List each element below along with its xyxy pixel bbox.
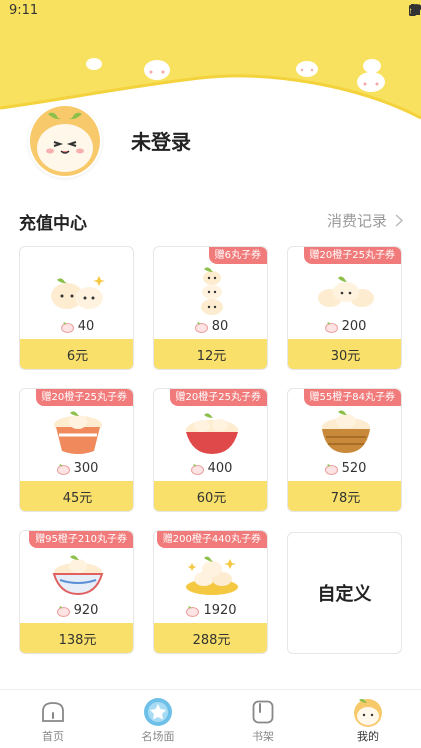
mochi-avatar-icon xyxy=(30,106,100,176)
recharge-package[interactable]: 40 6元 xyxy=(19,246,134,370)
consumption-records-label: 消费记录 xyxy=(326,212,387,230)
mochi-bowl-icon xyxy=(154,403,267,461)
mochi-pile-icon xyxy=(20,261,133,319)
mochi-treasure-icon xyxy=(154,545,267,603)
mochi-coin-icon xyxy=(324,321,338,333)
status-time: 9:11 xyxy=(9,3,39,18)
home-icon xyxy=(42,702,64,722)
recharge-package[interactable]: 赠6丸子券 80 12元 xyxy=(153,246,268,370)
custom-amount-button[interactable]: 自定义 xyxy=(287,532,402,654)
coin-amount: 40 xyxy=(77,319,95,334)
coin-amount: 520 xyxy=(341,461,367,476)
recharge-package[interactable]: 赠95橙子210丸子券 920 138元 xyxy=(19,530,134,654)
mochi-basket-icon xyxy=(288,403,401,461)
bottom-nav: 首页 名场面 书架 我的 xyxy=(0,689,421,748)
recharge-package[interactable]: 赠200橙子440丸子券 1920 288元 xyxy=(153,530,268,654)
consumption-records-link[interactable]: 消费记录 xyxy=(327,210,403,231)
mochi-coin-icon xyxy=(194,321,208,333)
mochi-coin-icon xyxy=(186,605,200,617)
chevron-right-icon xyxy=(395,214,403,227)
nav-bookshelf-label: 书架 xyxy=(252,730,274,743)
coin-amount: 1920 xyxy=(203,603,237,618)
mochi-bucket-icon xyxy=(20,403,133,461)
price-label: 288元 xyxy=(154,623,267,653)
coin-amount: 920 xyxy=(73,603,99,618)
recharge-package[interactable]: 赠55橙子84丸子券 520 78元 xyxy=(287,388,402,512)
recharge-package[interactable]: 赠20橙子25丸子券 300 45元 xyxy=(19,388,134,512)
price-label: 45元 xyxy=(20,481,133,511)
price-label: 60元 xyxy=(154,481,267,511)
coin-amount: 400 xyxy=(207,461,233,476)
mochi-group-icon xyxy=(288,261,401,319)
nav-scenes-label: 名场面 xyxy=(141,730,175,743)
mochi-fancy-bowl-icon xyxy=(20,545,133,603)
nav-bookshelf[interactable]: 书架 xyxy=(223,690,303,748)
recharge-package[interactable]: 赠20橙子25丸子券 200 30元 xyxy=(287,246,402,370)
coin-amount: 200 xyxy=(341,319,367,334)
battery-icon xyxy=(409,4,416,16)
nav-mine-label: 我的 xyxy=(357,730,379,743)
nav-scenes[interactable]: 名场面 xyxy=(118,690,198,748)
price-label: 6元 xyxy=(20,339,133,369)
mochi-coin-icon xyxy=(60,321,74,333)
mochi-stack-icon xyxy=(154,261,267,319)
price-label: 30元 xyxy=(288,339,401,369)
nav-mine[interactable]: 我的 xyxy=(328,690,408,748)
coin-amount: 300 xyxy=(73,461,99,476)
bookshelf-icon xyxy=(252,700,274,724)
mochi-coin-icon xyxy=(190,463,204,475)
recharge-package[interactable]: 赠20橙子25丸子券 400 60元 xyxy=(153,388,268,512)
recharge-center-title: 充值中心 xyxy=(19,214,87,234)
price-label: 12元 xyxy=(154,339,267,369)
mochi-coin-icon xyxy=(56,463,70,475)
coin-amount: 80 xyxy=(211,319,229,334)
mochi-coin-icon xyxy=(56,605,70,617)
mochi-avatar-icon xyxy=(354,698,382,727)
price-label: 138元 xyxy=(20,623,133,653)
price-label: 78元 xyxy=(288,481,401,511)
custom-amount-label: 自定义 xyxy=(317,584,372,605)
mochi-coin-icon xyxy=(324,463,338,475)
login-status[interactable]: 未登录 xyxy=(131,126,191,155)
nav-home[interactable]: 首页 xyxy=(13,690,93,748)
scenes-icon xyxy=(144,698,172,726)
avatar[interactable] xyxy=(28,104,102,178)
nav-home-label: 首页 xyxy=(42,730,64,743)
